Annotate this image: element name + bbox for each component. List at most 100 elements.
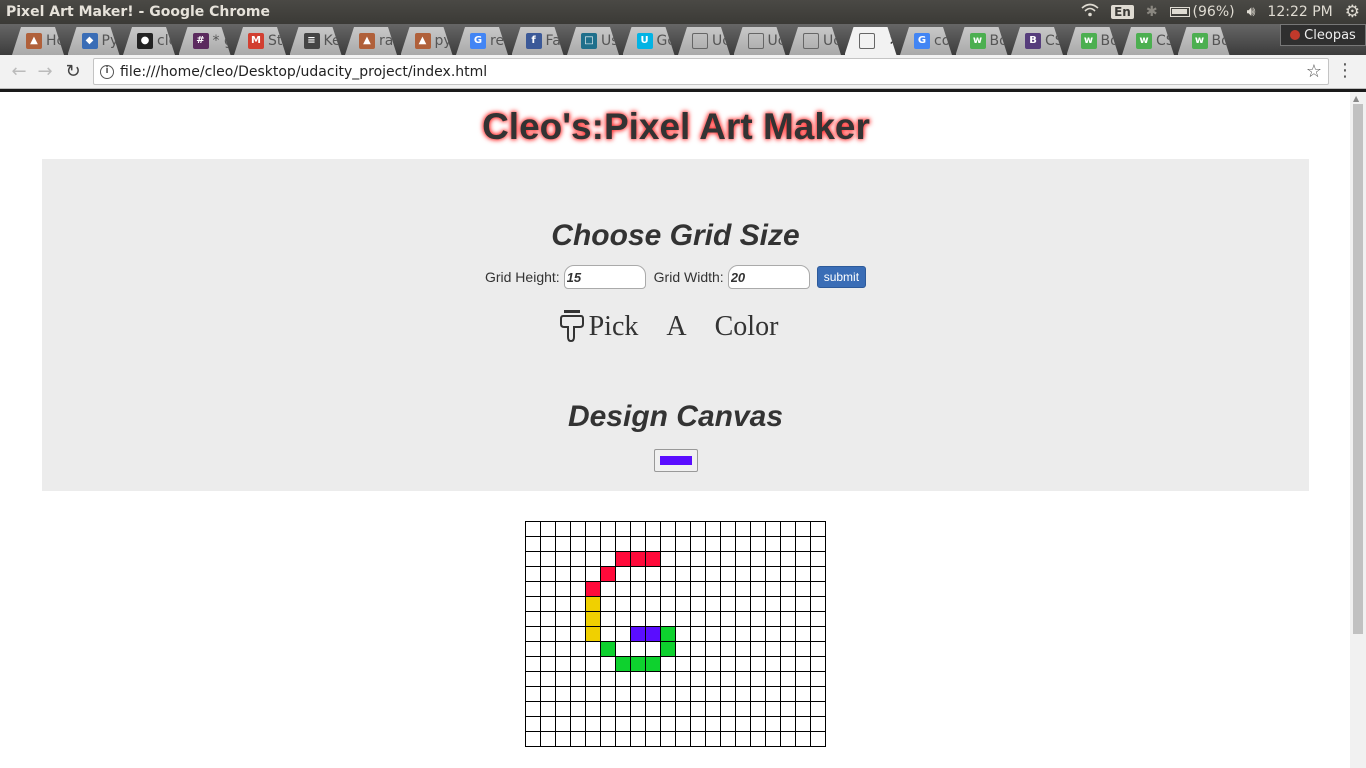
canvas-cell[interactable] [540, 521, 556, 537]
canvas-cell[interactable] [750, 671, 766, 687]
canvas-cell[interactable] [660, 581, 676, 597]
canvas-cell[interactable] [690, 701, 706, 717]
canvas-cell[interactable] [720, 596, 736, 612]
gear-icon[interactable]: ⚙ [1345, 2, 1360, 22]
url-text[interactable]: file:///home/cleo/Desktop/udacity_projec… [120, 64, 487, 80]
canvas-cell[interactable] [810, 581, 826, 597]
canvas-cell[interactable] [720, 521, 736, 537]
tab-us[interactable]: □ Us [567, 27, 619, 55]
tab-fa[interactable]: f Fa [512, 27, 564, 55]
canvas-cell[interactable] [540, 641, 556, 657]
canvas-cell[interactable] [705, 686, 721, 702]
canvas-cell[interactable] [540, 731, 556, 747]
canvas-cell[interactable] [705, 566, 721, 582]
canvas-cell[interactable] [795, 581, 811, 597]
canvas-cell[interactable] [750, 521, 766, 537]
canvas-cell[interactable] [645, 626, 661, 642]
canvas-cell[interactable] [525, 521, 541, 537]
canvas-cell[interactable] [765, 551, 781, 567]
canvas-cell[interactable] [675, 551, 691, 567]
tab-active[interactable]: ✕ [845, 27, 897, 55]
canvas-cell[interactable] [555, 536, 571, 552]
volume-icon[interactable]: 🔊︎ [1247, 4, 1256, 20]
canvas-cell[interactable] [555, 566, 571, 582]
canvas-cell[interactable] [525, 731, 541, 747]
canvas-cell[interactable] [660, 536, 676, 552]
canvas-cell[interactable] [795, 596, 811, 612]
canvas-cell[interactable] [645, 581, 661, 597]
canvas-cell[interactable] [750, 701, 766, 717]
canvas-cell[interactable] [780, 551, 796, 567]
canvas-cell[interactable] [570, 581, 586, 597]
canvas-cell[interactable] [660, 686, 676, 702]
canvas-cell[interactable] [645, 656, 661, 672]
canvas-cell[interactable] [645, 566, 661, 582]
keyboard-layout-indicator[interactable]: En [1111, 5, 1134, 19]
canvas-cell[interactable] [690, 731, 706, 747]
canvas-cell[interactable] [540, 701, 556, 717]
canvas-cell[interactable] [660, 656, 676, 672]
canvas-cell[interactable] [585, 656, 601, 672]
canvas-cell[interactable] [735, 566, 751, 582]
canvas-cell[interactable] [630, 731, 646, 747]
bookmark-star-icon[interactable]: ☆ [1306, 61, 1322, 82]
canvas-cell[interactable] [600, 716, 616, 732]
canvas-cell[interactable] [585, 566, 601, 582]
canvas-cell[interactable] [615, 626, 631, 642]
canvas-cell[interactable] [675, 536, 691, 552]
canvas-cell[interactable] [690, 656, 706, 672]
canvas-cell[interactable] [600, 536, 616, 552]
tab-go[interactable]: U Go [623, 27, 675, 55]
canvas-cell[interactable] [585, 626, 601, 642]
canvas-cell[interactable] [780, 581, 796, 597]
canvas-cell[interactable] [540, 656, 556, 672]
canvas-cell[interactable] [600, 551, 616, 567]
canvas-cell[interactable] [720, 656, 736, 672]
canvas-cell[interactable] [600, 686, 616, 702]
canvas-cell[interactable] [705, 596, 721, 612]
canvas-cell[interactable] [765, 641, 781, 657]
canvas-cell[interactable] [570, 731, 586, 747]
canvas-cell[interactable] [795, 626, 811, 642]
canvas-cell[interactable] [675, 596, 691, 612]
canvas-cell[interactable] [540, 611, 556, 627]
canvas-cell[interactable] [780, 686, 796, 702]
canvas-cell[interactable] [780, 656, 796, 672]
canvas-cell[interactable] [630, 671, 646, 687]
submit-button[interactable]: submit [816, 266, 867, 288]
canvas-cell[interactable] [795, 521, 811, 537]
canvas-cell[interactable] [585, 641, 601, 657]
canvas-cell[interactable] [810, 701, 826, 717]
canvas-cell[interactable] [675, 656, 691, 672]
reload-icon[interactable]: ↻ [62, 61, 84, 83]
tab-bo[interactable]: w Bo [1067, 27, 1119, 55]
canvas-cell[interactable] [615, 536, 631, 552]
canvas-cell[interactable] [765, 671, 781, 687]
canvas-cell[interactable] [585, 581, 601, 597]
canvas-cell[interactable] [645, 701, 661, 717]
canvas-cell[interactable] [555, 731, 571, 747]
tab-py[interactable]: ▲ py [401, 27, 453, 55]
tab-uc[interactable]: Uc [734, 27, 786, 55]
canvas-cell[interactable] [585, 536, 601, 552]
battery-indicator[interactable]: (96%) [1169, 4, 1235, 20]
canvas-cell[interactable] [750, 581, 766, 597]
canvas-cell[interactable] [750, 611, 766, 627]
canvas-cell[interactable] [540, 551, 556, 567]
canvas-cell[interactable] [675, 521, 691, 537]
tab-cle[interactable]: ● cle [123, 27, 175, 55]
tab-cs[interactable]: w CS [1122, 27, 1174, 55]
canvas-cell[interactable] [810, 686, 826, 702]
canvas-cell[interactable] [600, 581, 616, 597]
tab-sta[interactable]: M Sta [234, 27, 286, 55]
grid-width-input[interactable] [727, 265, 810, 289]
canvas-cell[interactable] [705, 716, 721, 732]
canvas-cell[interactable] [540, 536, 556, 552]
canvas-cell[interactable] [555, 716, 571, 732]
canvas-cell[interactable] [810, 671, 826, 687]
close-icon[interactable]: ✕ [889, 33, 897, 49]
canvas-cell[interactable] [570, 641, 586, 657]
back-arrow-icon[interactable]: ← [8, 61, 30, 83]
canvas-cell[interactable] [735, 716, 751, 732]
canvas-cell[interactable] [630, 611, 646, 627]
